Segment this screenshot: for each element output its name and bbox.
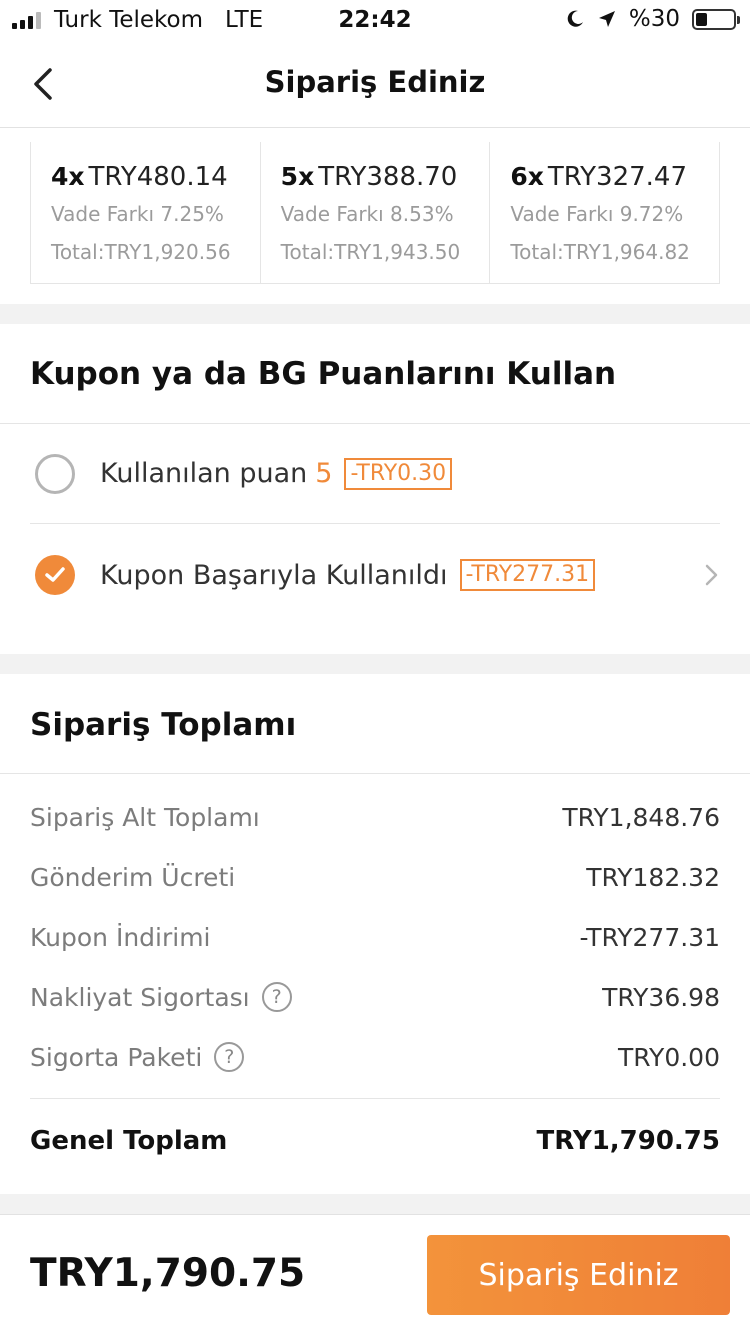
line-item-label: Nakliyat Sigortası: [30, 982, 250, 1012]
check-circle-icon[interactable]: [35, 555, 75, 595]
use-points-option[interactable]: Kullanılan puan 5 -TRY0.30: [30, 424, 720, 524]
applied-coupon-option[interactable]: Kupon Başarıyla Kullanıldı -TRY277.31: [30, 525, 720, 625]
chevron-right-icon: [705, 564, 718, 586]
installment-count: 4x: [51, 162, 85, 191]
battery-level: [696, 12, 707, 26]
line-item-value: TRY0.00: [618, 1042, 720, 1072]
installment-amount: TRY327.47: [547, 162, 688, 192]
installment-amount: TRY480.14: [88, 162, 228, 192]
line-item-label: Kupon İndirimi: [30, 922, 211, 952]
checkout-footer: TRY1,790.75 Sipariş Ediniz: [0, 1214, 750, 1334]
installment-amount: TRY388.70: [318, 162, 458, 192]
footer-total-price: TRY1,790.75: [30, 1251, 306, 1296]
line-item-value: -TRY277.31: [579, 922, 720, 952]
line-item-insurance-package: Sigorta Paketi ? TRY0.00: [30, 1037, 720, 1077]
line-item-shipping: Gönderim Ücreti TRY182.32: [30, 857, 720, 897]
help-icon[interactable]: ?: [214, 1042, 245, 1072]
line-item-shipping-insurance: Nakliyat Sigortası ? TRY36.98: [30, 977, 720, 1017]
installment-rate: Vade Farkı 8.53%: [280, 202, 454, 226]
radio-unchecked-icon[interactable]: [35, 453, 75, 494]
points-label: Kullanılan puan: [100, 458, 308, 489]
battery-icon: [692, 8, 740, 30]
points-discount-badge: -TRY0.30: [344, 457, 453, 490]
location-arrow-icon: [598, 11, 615, 27]
installment-total: Total:TRY1,920.56: [51, 240, 231, 264]
line-item-label-group: Sigorta Paketi ?: [30, 1042, 245, 1072]
line-item-value: TRY36.98: [602, 982, 720, 1012]
line-item-label: Gönderim Ücreti: [30, 862, 236, 892]
line-item-value: TRY1,848.76: [562, 802, 720, 832]
grand-total-row: Genel Toplam TRY1,790.75: [30, 1121, 720, 1161]
installment-option[interactable]: 6x TRY327.47 Vade Farkı 9.72% Total:TRY1,…: [490, 142, 719, 283]
nav-bar: Sipariş Ediniz: [0, 40, 750, 128]
grand-total-value: TRY1,790.75: [536, 1126, 720, 1156]
points-value: 5: [315, 458, 333, 489]
installment-count: 5x: [280, 162, 315, 191]
status-bar: Turk Telekom LTE 22:42 %30: [0, 0, 750, 40]
installment-option[interactable]: 5x TRY388.70 Vade Farkı 8.53% Total:TRY1,…: [261, 142, 491, 283]
battery-percent: %30: [628, 6, 680, 32]
coupon-applied-label: Kupon Başarıyla Kullanıldı: [100, 559, 448, 591]
coupon-section-title: Kupon ya da BG Puanlarını Kullan: [30, 356, 617, 392]
order-total-title: Sipariş Toplamı: [30, 707, 297, 743]
checkmark-icon: [45, 567, 65, 582]
line-item-coupon-discount: Kupon İndirimi -TRY277.31: [30, 917, 720, 957]
divider: [0, 773, 750, 774]
line-item-label: Sigorta Paketi: [30, 1042, 203, 1072]
installment-rate: Vade Farkı 9.72%: [510, 202, 684, 226]
installment-grid: 4x TRY480.14 Vade Farkı 7.25% Total:TRY1,…: [30, 142, 720, 284]
help-icon[interactable]: ?: [261, 982, 292, 1012]
order-total-section: Sipariş Toplamı Sipariş Alt Toplamı TRY1…: [0, 674, 750, 1194]
installment-rate: Vade Farkı 7.25%: [51, 202, 224, 226]
installment-section: 4x TRY480.14 Vade Farkı 7.25% Total:TRY1,…: [0, 128, 750, 304]
line-item-label-group: Nakliyat Sigortası ?: [30, 982, 292, 1012]
line-item-subtotal: Sipariş Alt Toplamı TRY1,848.76: [30, 797, 720, 837]
installment-total: Total:TRY1,964.82: [510, 240, 690, 264]
line-item-value: TRY182.32: [586, 862, 720, 892]
installment-option[interactable]: 4x TRY480.14 Vade Farkı 7.25% Total:TRY1,…: [31, 142, 261, 283]
place-order-button[interactable]: Sipariş Ediniz: [427, 1235, 730, 1315]
line-item-label: Sipariş Alt Toplamı: [30, 802, 260, 832]
installment-total: Total:TRY1,943.50: [280, 240, 461, 264]
coupon-section: Kupon ya da BG Puanlarını Kullan Kullanı…: [0, 324, 750, 654]
page-title: Sipariş Ediniz: [264, 65, 486, 99]
grand-total-label: Genel Toplam: [30, 1126, 228, 1156]
status-right: %30: [565, 6, 740, 32]
installment-count: 6x: [510, 162, 544, 191]
coupon-discount-badge: -TRY277.31: [459, 559, 596, 591]
divider: [30, 1098, 720, 1099]
moon-icon: [567, 10, 583, 27]
